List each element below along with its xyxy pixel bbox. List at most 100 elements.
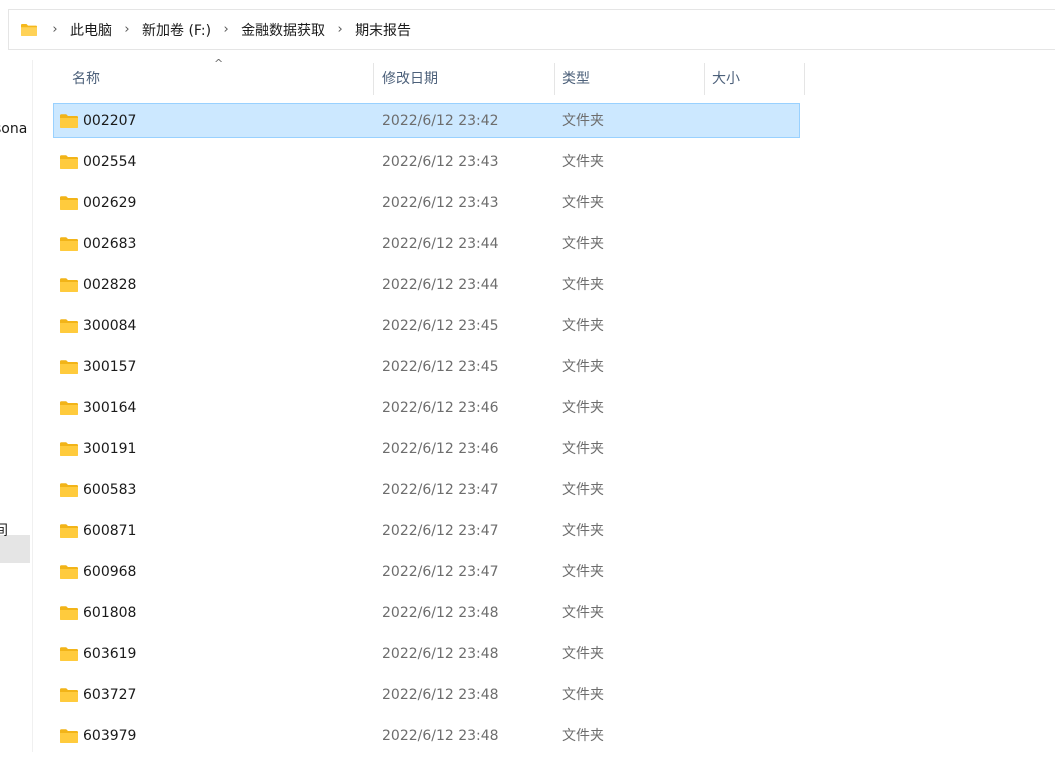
column-header: ^ 名称 修改日期 类型 大小 bbox=[53, 57, 813, 95]
column-header-name[interactable]: 名称 bbox=[64, 63, 374, 95]
file-type: 文件夹 bbox=[562, 523, 604, 539]
folder-icon bbox=[59, 318, 79, 334]
file-modified-date: 2022/6/12 23:48 bbox=[382, 687, 499, 703]
navigation-pane: sona 间 bbox=[0, 60, 33, 752]
folder-icon bbox=[59, 154, 79, 170]
chevron-right-icon[interactable]: › bbox=[116, 22, 138, 37]
folder-icon bbox=[59, 646, 79, 662]
column-header-size[interactable]: 大小 bbox=[704, 63, 804, 95]
folder-icon bbox=[59, 728, 79, 744]
file-list: 002207 2022/6/12 23:42 文件夹 002554 2022/6/12 … bbox=[53, 103, 800, 759]
file-row[interactable]: 300191 2022/6/12 23:46 文件夹 bbox=[53, 431, 800, 466]
file-modified-date: 2022/6/12 23:47 bbox=[382, 564, 499, 580]
breadcrumb-item-this-pc[interactable]: 此电脑 bbox=[66, 20, 116, 40]
file-row[interactable]: 002554 2022/6/12 23:43 文件夹 bbox=[53, 144, 800, 179]
file-modified-date: 2022/6/12 23:46 bbox=[382, 441, 499, 457]
folder-icon bbox=[59, 359, 79, 375]
file-row[interactable]: 600871 2022/6/12 23:47 文件夹 bbox=[53, 513, 800, 548]
file-name: 002207 bbox=[83, 113, 137, 129]
breadcrumb-item-drive[interactable]: 新加卷 (F:) bbox=[138, 20, 215, 40]
folder-icon bbox=[59, 523, 79, 539]
file-name: 300164 bbox=[83, 400, 137, 416]
file-name: 600968 bbox=[83, 564, 137, 580]
file-row[interactable]: 002828 2022/6/12 23:44 文件夹 bbox=[53, 267, 800, 302]
file-row[interactable]: 600968 2022/6/12 23:47 文件夹 bbox=[53, 554, 800, 589]
column-header-modified[interactable]: 修改日期 bbox=[374, 63, 554, 95]
file-modified-date: 2022/6/12 23:44 bbox=[382, 236, 499, 252]
folder-icon bbox=[59, 195, 79, 211]
chevron-right-icon[interactable]: › bbox=[329, 22, 351, 37]
file-row[interactable]: 002629 2022/6/12 23:43 文件夹 bbox=[53, 185, 800, 220]
file-name: 300191 bbox=[83, 441, 137, 457]
file-type: 文件夹 bbox=[562, 400, 604, 416]
file-type: 文件夹 bbox=[562, 318, 604, 334]
folder-icon bbox=[59, 236, 79, 252]
address-bar[interactable]: › 此电脑 › 新加卷 (F:) › 金融数据获取 › 期末报告 bbox=[8, 9, 1055, 50]
file-name: 603727 bbox=[83, 687, 137, 703]
file-type: 文件夹 bbox=[562, 564, 604, 580]
nav-item-personal[interactable]: sona bbox=[0, 121, 27, 137]
file-type: 文件夹 bbox=[562, 236, 604, 252]
file-row[interactable]: 603727 2022/6/12 23:48 文件夹 bbox=[53, 677, 800, 712]
chevron-right-icon[interactable]: › bbox=[44, 22, 66, 37]
file-type: 文件夹 bbox=[562, 441, 604, 457]
file-name: 603619 bbox=[83, 646, 137, 662]
file-modified-date: 2022/6/12 23:44 bbox=[382, 277, 499, 293]
folder-icon bbox=[59, 605, 79, 621]
file-name: 002629 bbox=[83, 195, 137, 211]
file-name: 601808 bbox=[83, 605, 137, 621]
file-name: 603979 bbox=[83, 728, 137, 744]
folder-icon bbox=[59, 277, 79, 293]
folder-icon bbox=[59, 564, 79, 580]
file-name: 300084 bbox=[83, 318, 137, 334]
file-row[interactable]: 300157 2022/6/12 23:45 文件夹 bbox=[53, 349, 800, 384]
file-row[interactable]: 603979 2022/6/12 23:48 文件夹 bbox=[53, 718, 800, 753]
file-type: 文件夹 bbox=[562, 605, 604, 621]
breadcrumb-item-folder[interactable]: 金融数据获取 bbox=[237, 20, 329, 40]
file-type: 文件夹 bbox=[562, 277, 604, 293]
file-row[interactable]: 603619 2022/6/12 23:48 文件夹 bbox=[53, 636, 800, 671]
file-modified-date: 2022/6/12 23:42 bbox=[382, 113, 499, 129]
folder-icon bbox=[59, 113, 79, 129]
file-modified-date: 2022/6/12 23:47 bbox=[382, 523, 499, 539]
file-modified-date: 2022/6/12 23:45 bbox=[382, 318, 499, 334]
breadcrumb-item-current[interactable]: 期末报告 bbox=[351, 20, 415, 40]
chevron-right-icon[interactable]: › bbox=[215, 22, 237, 37]
file-type: 文件夹 bbox=[562, 359, 604, 375]
file-name: 300157 bbox=[83, 359, 137, 375]
nav-item-partial[interactable]: 间 bbox=[0, 520, 8, 540]
folder-icon bbox=[59, 441, 79, 457]
file-row[interactable]: 002207 2022/6/12 23:42 文件夹 bbox=[53, 103, 800, 138]
column-divider[interactable] bbox=[804, 63, 805, 95]
folder-icon bbox=[59, 482, 79, 498]
file-name: 600871 bbox=[83, 523, 137, 539]
file-type: 文件夹 bbox=[562, 113, 604, 129]
file-type: 文件夹 bbox=[562, 482, 604, 498]
file-modified-date: 2022/6/12 23:47 bbox=[382, 482, 499, 498]
file-modified-date: 2022/6/12 23:46 bbox=[382, 400, 499, 416]
file-modified-date: 2022/6/12 23:48 bbox=[382, 728, 499, 744]
file-modified-date: 2022/6/12 23:43 bbox=[382, 195, 499, 211]
folder-icon bbox=[20, 23, 38, 37]
file-row[interactable]: 300164 2022/6/12 23:46 文件夹 bbox=[53, 390, 800, 425]
file-name: 002683 bbox=[83, 236, 137, 252]
file-name: 002554 bbox=[83, 154, 137, 170]
file-row[interactable]: 600583 2022/6/12 23:47 文件夹 bbox=[53, 472, 800, 507]
file-row[interactable]: 300084 2022/6/12 23:45 文件夹 bbox=[53, 308, 800, 343]
column-header-type[interactable]: 类型 bbox=[554, 63, 704, 95]
file-type: 文件夹 bbox=[562, 195, 604, 211]
file-type: 文件夹 bbox=[562, 728, 604, 744]
folder-icon bbox=[59, 687, 79, 703]
file-name: 600583 bbox=[83, 482, 137, 498]
file-modified-date: 2022/6/12 23:48 bbox=[382, 605, 499, 621]
file-modified-date: 2022/6/12 23:48 bbox=[382, 646, 499, 662]
file-row[interactable]: 601808 2022/6/12 23:48 文件夹 bbox=[53, 595, 800, 630]
folder-icon bbox=[59, 400, 79, 416]
file-name: 002828 bbox=[83, 277, 137, 293]
file-type: 文件夹 bbox=[562, 154, 604, 170]
file-row[interactable]: 002683 2022/6/12 23:44 文件夹 bbox=[53, 226, 800, 261]
file-modified-date: 2022/6/12 23:45 bbox=[382, 359, 499, 375]
file-type: 文件夹 bbox=[562, 646, 604, 662]
file-modified-date: 2022/6/12 23:43 bbox=[382, 154, 499, 170]
file-type: 文件夹 bbox=[562, 687, 604, 703]
